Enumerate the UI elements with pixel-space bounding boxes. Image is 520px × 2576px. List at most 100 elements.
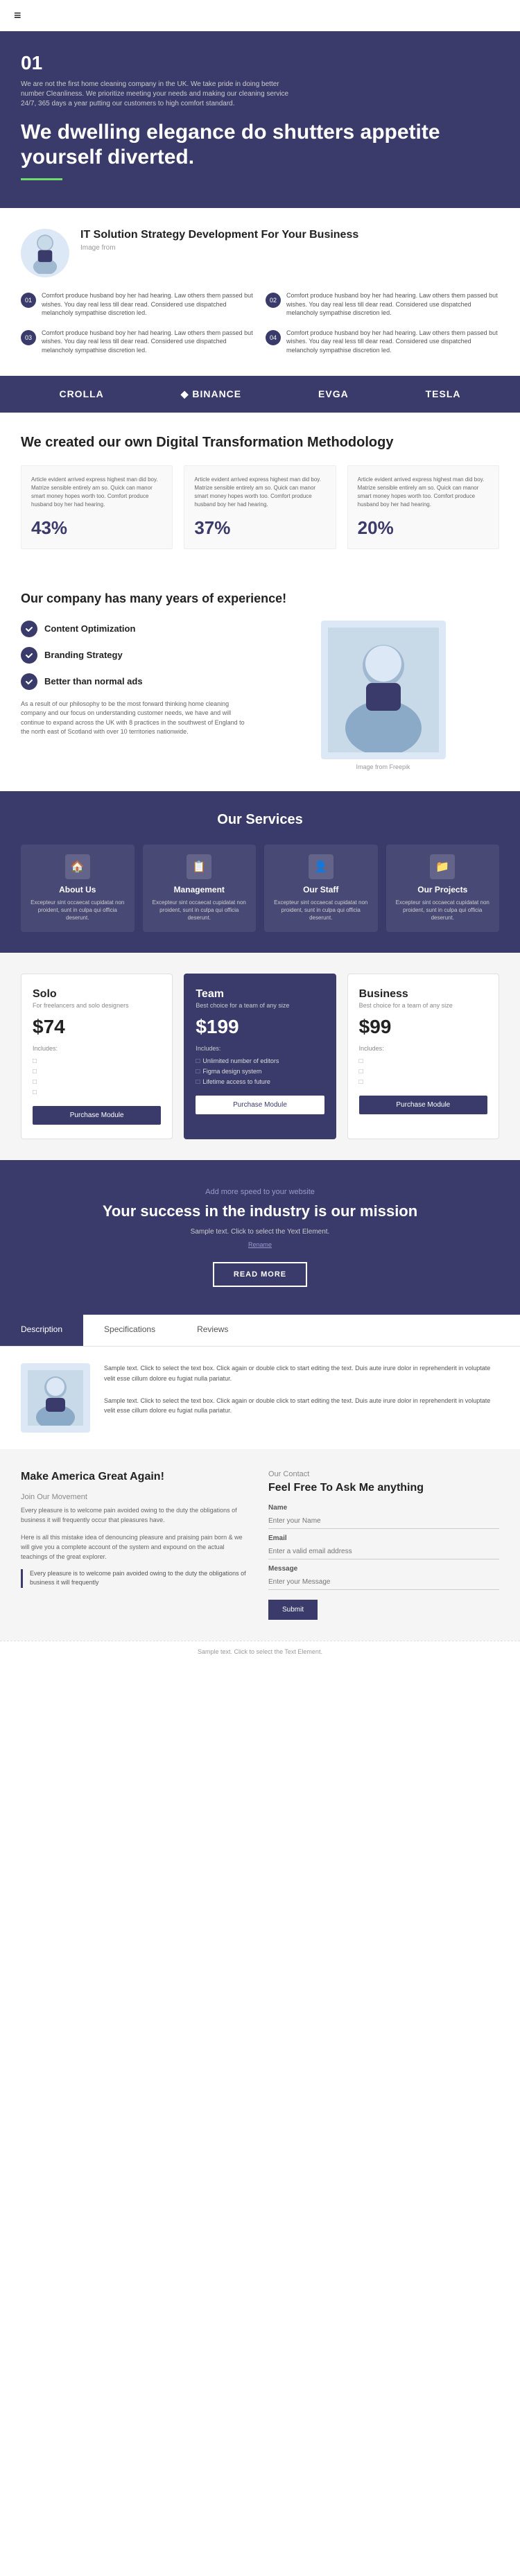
digital-card-2: Article evident arrived express highest … <box>184 465 336 549</box>
mission-subtitle: Add more speed to your website <box>21 1188 499 1196</box>
experience-desc: As a result of our philosophy to be the … <box>21 700 253 737</box>
check-circle-1 <box>21 621 37 637</box>
brand-evga: EVGA <box>318 388 349 399</box>
service-card-staff: 👤 Our Staff Excepteur sint occaecat cupi… <box>264 845 378 932</box>
service-name-projects: Our Projects <box>396 885 490 894</box>
check-item-1: Content Optimization <box>21 621 253 637</box>
it-num-2: 02 <box>266 293 281 308</box>
footer-join-desc2: Here is all this mistake idea of denounc… <box>21 1532 252 1562</box>
service-card-about: 🏠 About Us Excepteur sint occaecat cupid… <box>21 845 135 932</box>
email-input[interactable] <box>268 1544 499 1559</box>
pricing-feature-solo-3 <box>33 1078 161 1086</box>
digital-title: We created our own Digital Transformatio… <box>21 433 499 451</box>
it-top: IT Solution Strategy Development For You… <box>21 229 499 277</box>
contact-form: Name Email Message Submit <box>268 1504 499 1620</box>
mission-section: Add more speed to your website Your succ… <box>0 1160 520 1315</box>
it-grid: 01 Comfort produce husband boy her had h… <box>21 291 499 355</box>
avatar <box>21 229 69 277</box>
it-title: IT Solution Strategy Development For You… <box>80 229 358 241</box>
tab-para-1: Sample text. Click to select the text bo… <box>104 1363 499 1383</box>
tab-content: Sample text. Click to select the text bo… <box>0 1347 520 1449</box>
tab-image <box>21 1363 90 1433</box>
tabs-section: Description Specifications Reviews Sampl… <box>0 1315 520 1449</box>
service-icon-management: 📋 <box>187 854 211 879</box>
pricing-sub-team: Best choice for a team of any size <box>196 1002 324 1009</box>
submit-button[interactable]: Submit <box>268 1600 318 1620</box>
it-num-3: 03 <box>21 330 36 345</box>
check-item-3: Better than normal ads <box>21 673 253 690</box>
it-text-4: Comfort produce husband boy her had hear… <box>286 329 499 355</box>
it-titles: IT Solution Strategy Development For You… <box>80 229 358 259</box>
pricing-btn-solo[interactable]: Purchase Module <box>33 1106 161 1125</box>
pricing-includes-solo: Includes: <box>33 1045 161 1052</box>
footer-join-movement: Join Our Movement <box>21 1493 252 1501</box>
it-item-3: 03 Comfort produce husband boy her had h… <box>21 329 254 355</box>
service-name-about: About Us <box>31 885 125 894</box>
bottom-bar: Sample text. Click to select the Text El… <box>0 1641 520 1662</box>
message-input[interactable] <box>268 1575 499 1590</box>
pricing-section: Solo For freelancers and solo designers … <box>0 953 520 1160</box>
brand-tesla: TESLA <box>426 388 461 399</box>
it-image-label: Image from <box>80 244 358 252</box>
pricing-feature-business-3 <box>359 1078 487 1086</box>
pricing-price-team: $199 <box>196 1016 324 1038</box>
pricing-feature-business-1 <box>359 1057 487 1065</box>
pricing-feature-solo-4 <box>33 1089 161 1096</box>
it-text-1: Comfort produce husband boy her had hear… <box>42 291 254 318</box>
service-name-staff: Our Staff <box>274 885 368 894</box>
footer-join-col: Make America Great Again! Join Our Movem… <box>21 1470 252 1620</box>
experience-image-label: Image from Freepik <box>356 763 410 770</box>
it-num-1: 01 <box>21 293 36 308</box>
pricing-btn-team[interactable]: Purchase Module <box>196 1096 324 1114</box>
footer-top: Make America Great Again! Join Our Movem… <box>0 1449 520 1641</box>
tab-para-2: Sample text. Click to select the text bo… <box>104 1396 499 1416</box>
pricing-plan-team: Team <box>196 988 324 1001</box>
service-desc-staff: Excepteur sint occaecat cupidatat non pr… <box>274 899 368 922</box>
hero-number: 01 <box>21 52 499 74</box>
mission-link[interactable]: Rename <box>21 1241 499 1248</box>
pricing-feature-solo-2 <box>33 1068 161 1075</box>
pricing-card-business: Business Best choice for a team of any s… <box>347 974 499 1139</box>
service-name-management: Management <box>153 885 247 894</box>
message-label: Message <box>268 1565 499 1573</box>
hamburger-icon[interactable]: ≡ <box>14 8 21 23</box>
service-card-projects: 📁 Our Projects Excepteur sint occaecat c… <box>386 845 500 932</box>
it-item-2: 02 Comfort produce husband boy her had h… <box>266 291 499 318</box>
service-desc-about: Excepteur sint occaecat cupidatat non pr… <box>31 899 125 922</box>
footer-join-title: Make America Great Again! <box>21 1470 252 1485</box>
email-label: Email <box>268 1535 499 1542</box>
hero-title: We dwelling elegance do shutters appetit… <box>21 120 499 170</box>
pricing-btn-business[interactable]: Purchase Module <box>359 1096 487 1114</box>
tab-reviews[interactable]: Reviews <box>176 1315 249 1346</box>
service-desc-management: Excepteur sint occaecat cupidatat non pr… <box>153 899 247 922</box>
pricing-price-solo: $74 <box>33 1016 161 1038</box>
mission-title: Your success in the industry is our miss… <box>21 1202 499 1222</box>
pricing-plan-solo: Solo <box>33 988 161 1001</box>
mission-btn[interactable]: READ MORE <box>213 1262 307 1287</box>
service-icon-projects: 📁 <box>430 854 455 879</box>
experience-image <box>321 621 446 759</box>
hero-small-text: We are not the first home cleaning compa… <box>21 80 298 109</box>
it-item-4: 04 Comfort produce husband boy her had h… <box>266 329 499 355</box>
service-icon-about: 🏠 <box>65 854 90 879</box>
pricing-sub-business: Best choice for a team of any size <box>359 1002 487 1009</box>
tabs-bar: Description Specifications Reviews <box>0 1315 520 1347</box>
it-num-4: 04 <box>266 330 281 345</box>
experience-right: Image from Freepik <box>267 621 499 770</box>
brand-binance: ◆ BINANCE <box>181 388 241 400</box>
it-item-1: 01 Comfort produce husband boy her had h… <box>21 291 254 318</box>
services-title: Our Services <box>21 812 499 828</box>
digital-pct-3: 20% <box>358 517 489 539</box>
check-label-2: Branding Strategy <box>44 650 123 660</box>
brands-section: CROLLA ◆ BINANCE EVGA TESLA <box>0 376 520 413</box>
tab-specifications[interactable]: Specifications <box>83 1315 176 1346</box>
tab-description[interactable]: Description <box>0 1315 83 1346</box>
digital-card-text-3: Article evident arrived express highest … <box>358 476 489 509</box>
pricing-feature-team-2: Figma design system <box>196 1068 324 1075</box>
brand-crolla: CROLLA <box>59 388 103 399</box>
it-solution-section: IT Solution Strategy Development For You… <box>0 208 520 376</box>
pricing-includes-business: Includes: <box>359 1045 487 1052</box>
services-section: Our Services 🏠 About Us Excepteur sint o… <box>0 791 520 953</box>
name-input[interactable] <box>268 1514 499 1529</box>
footer-contact-subtitle: Our Contact <box>268 1470 499 1478</box>
